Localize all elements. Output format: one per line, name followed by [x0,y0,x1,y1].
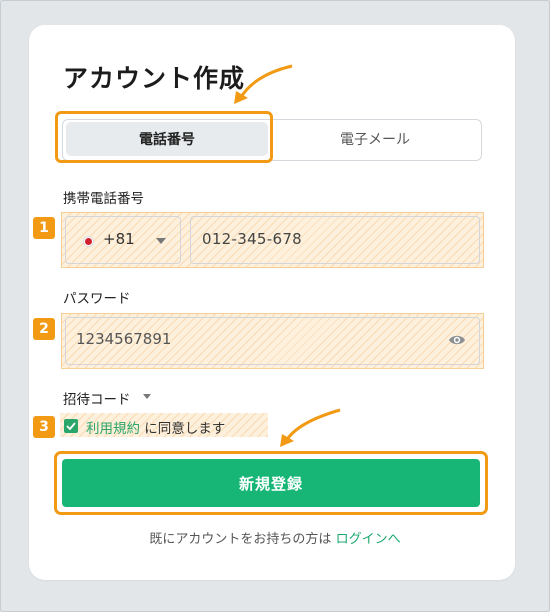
page-title: アカウント作成 [63,64,246,93]
chevron-down-icon [156,238,166,244]
invite-code-toggle[interactable]: 招待コード [63,388,131,408]
check-icon [66,422,76,430]
login-link[interactable]: ログインへ [336,532,401,547]
step-badge-2: 2 [33,318,55,340]
terms-link[interactable]: 利用規約 [86,421,140,437]
agreement-suffix: に同意します [144,421,226,437]
password-input-value: 1234567891 [76,330,172,348]
step-badge-1: 1 [33,217,55,239]
agree-checkbox[interactable] [64,419,78,433]
country-code-value: +81 [103,230,135,248]
agreement-text: 利用規約 に同意します [86,417,225,437]
password-label: パスワード [63,291,131,307]
phone-input-value: 012-345-678 [202,230,303,248]
tab-email[interactable]: 電子メール [272,122,478,156]
chevron-down-icon [143,394,151,399]
phone-label: 携帯電話番号 [63,191,144,207]
footer-text: 既にアカウントをお持ちの方は ログインへ [0,528,550,547]
eye-icon[interactable] [448,333,466,347]
japan-flag-icon [83,236,94,247]
footer-prefix: 既にアカウントをお持ちの方は [149,532,332,547]
step-badge-3: 3 [33,416,55,438]
signup-button[interactable]: 新規登録 [62,459,480,507]
tab-highlight [55,111,273,163]
